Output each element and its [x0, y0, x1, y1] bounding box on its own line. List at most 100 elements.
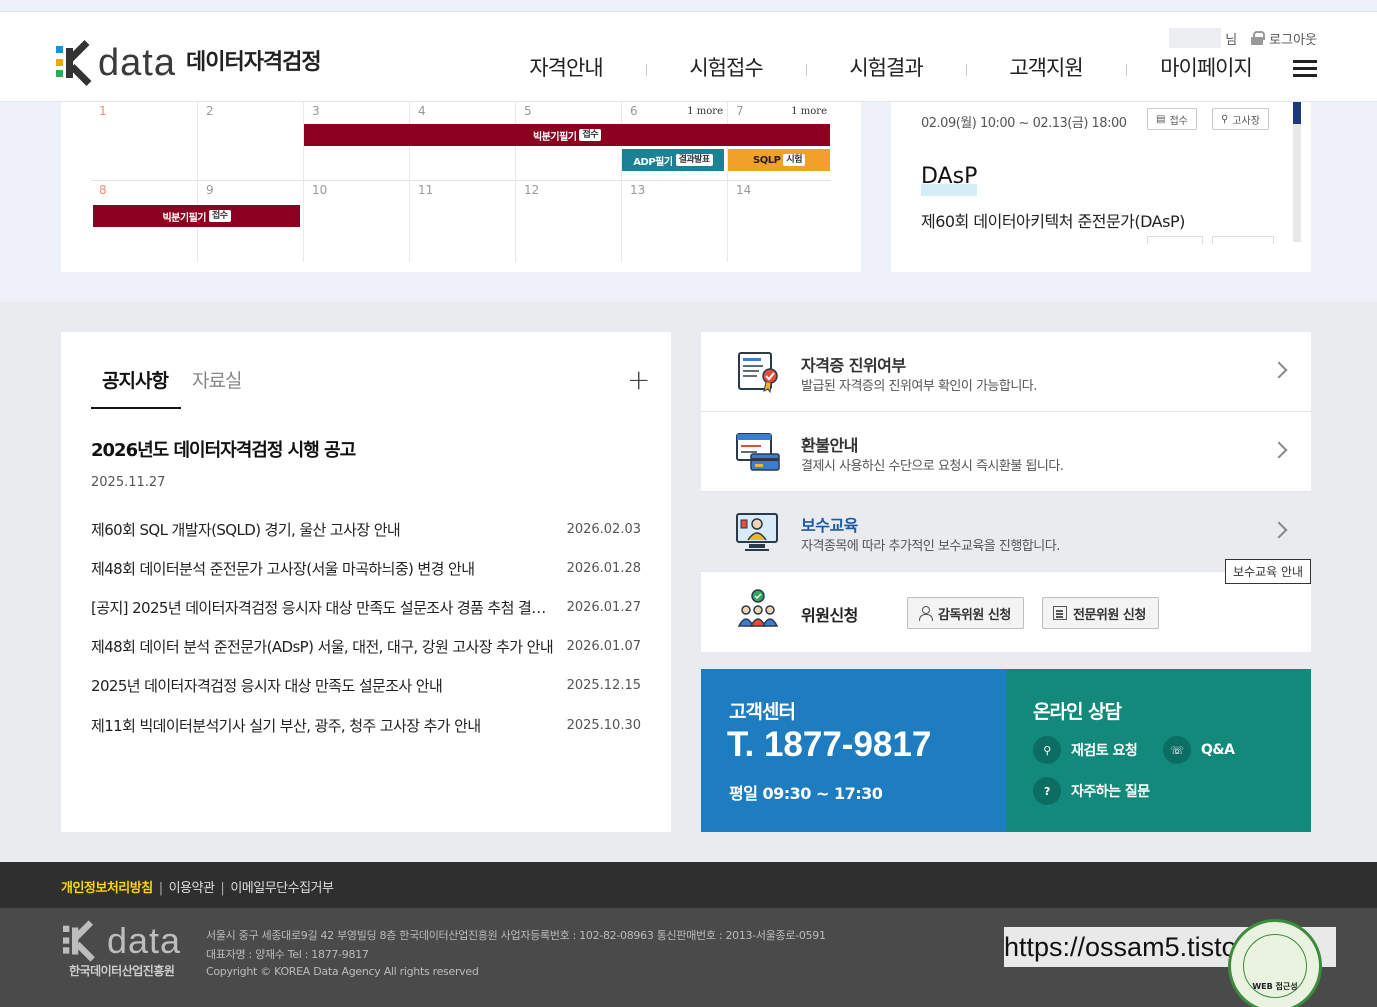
committee-title: 위원신청	[801, 606, 858, 625]
notice-item[interactable]: 제48회 데이터분석 준전문가 고사장(서울 마곡하늬중) 변경 안내 2026.…	[91, 556, 641, 580]
k-logo-icon	[63, 920, 99, 962]
person-icon	[918, 606, 933, 621]
user-bar: 님 로그아웃	[1169, 28, 1317, 48]
service-title: 보수교육	[801, 516, 858, 535]
nav-qualification-info[interactable]: 자격안내	[486, 52, 646, 82]
tab-archive[interactable]: 자료실	[192, 366, 242, 393]
footer-copyright: Copyright © KOREA Data Agency All rights…	[206, 965, 479, 978]
calendar-day[interactable]: 13	[621, 181, 727, 262]
expert-apply-button[interactable]: 전문위원 신청	[1042, 597, 1159, 629]
certificate-check-icon	[738, 352, 778, 394]
service-list: 자격증 진위여부 발급된 자격증의 진위여부 확인이 가능합니다. 환불안내 결…	[701, 332, 1311, 652]
site-header: data 데이터자격검정 님 로그아웃 자격안내 시험접수 시험결과 고객지원 …	[0, 12, 1377, 102]
nav-customer-support[interactable]: 고객지원	[966, 52, 1126, 82]
exam-name[interactable]: 제60회 데이터아키텍처 준전문가(DAsP)	[921, 208, 1185, 232]
faq-link[interactable]: ? 자주하는 질문	[1033, 777, 1150, 805]
recheck-request-link[interactable]: ⚲ 재검토 요청	[1033, 736, 1138, 764]
footer-links-bar: 개인정보처리방침 | 이용약관 | 이메일무단수집거부	[0, 862, 1377, 908]
customer-center-title: 고객센터	[729, 701, 796, 723]
nav-exam-results[interactable]: 시험결과	[806, 52, 966, 82]
exam-schedule-panel: 02.09(월) 10:00 ~ 02.13(금) 18:00 ▤ 접수 ⚲ 고사장…	[891, 102, 1311, 272]
user-name-blurred	[1169, 28, 1222, 48]
event-adp-results[interactable]: ADP필기 결과발표	[622, 149, 724, 171]
main-nav: 자격안내 시험접수 시험결과 고객지원 마이페이지	[486, 52, 1286, 82]
qna-link[interactable]: ☏ Q&A	[1163, 736, 1235, 764]
calendar-day[interactable]: 11	[409, 181, 515, 262]
customer-center: 고객센터 T. 1877-9817 평일 09:30 ~ 17:30	[701, 669, 1006, 832]
calendar-day[interactable]: 12	[515, 181, 621, 262]
logo-subtitle: 데이터자격검정	[185, 50, 322, 75]
more-plus-icon[interactable]: +	[627, 366, 650, 394]
service-continuing-education[interactable]: 보수교육 자격종목에 따라 추가적인 보수교육을 진행합니다.	[701, 492, 1311, 572]
terms-link[interactable]: 이용약관	[169, 881, 215, 896]
service-desc: 결제시 사용하신 수단으로 요청시 즉시환불 됩니다.	[801, 459, 1064, 474]
footer-logo: data 한국데이터산업진흥원	[61, 920, 182, 978]
footer-org-name: 한국데이터산업진흥원	[69, 964, 175, 978]
exam-registration-period: 02.09(월) 10:00 ~ 02.13(금) 18:00	[921, 116, 1127, 131]
calendar-day[interactable]: 2	[197, 102, 303, 181]
notice-board: 공지사항 자료실 + 2026년도 데이터자격검정 시행 공고 2025.11.…	[61, 332, 671, 832]
event-sqlp-exam[interactable]: SQLP 시험	[728, 149, 830, 171]
service-title: 자격증 진위여부	[801, 356, 906, 375]
scrollbar[interactable]	[1293, 102, 1301, 242]
lock-icon	[1251, 31, 1266, 45]
footer-logo-word: data	[107, 920, 182, 961]
exam-site-button-partial[interactable]	[1212, 236, 1274, 244]
service-committee: 위원신청 감독위원 신청 전문위원 신청	[701, 572, 1311, 652]
event-bigdata-written-registration[interactable]: 빅분기필기 접수	[93, 205, 300, 227]
nav-exam-registration[interactable]: 시험접수	[646, 52, 806, 82]
doc-icon: ▤	[1156, 113, 1166, 125]
more-events-link[interactable]: 1 more	[687, 106, 723, 117]
calendar-day[interactable]: 14	[727, 181, 831, 262]
menu-icon[interactable]	[1293, 60, 1317, 78]
notice-item[interactable]: 제60회 SQL 개발자(SQLD) 경기, 울산 고사장 안내 2026.02.…	[91, 517, 641, 541]
refund-card-icon	[736, 433, 780, 471]
active-tab-underline	[91, 407, 181, 409]
footer-address: 서울시 중구 세종대로9길 42 부영빌딩 8층 한국데이터산업진흥원 사업자등…	[206, 929, 826, 942]
online-education-icon	[736, 513, 778, 551]
k-logo-icon	[56, 40, 96, 86]
notice-headline[interactable]: 2026년도 데이터자격검정 시행 공고	[91, 436, 356, 462]
supervisor-apply-button[interactable]: 감독위원 신청	[907, 597, 1024, 629]
event-bigdata-written-registration[interactable]: 빅분기필기 접수	[304, 124, 830, 146]
document-icon	[1053, 606, 1067, 620]
headset-icon: ☏	[1163, 736, 1191, 764]
tab-notice[interactable]: 공지사항	[102, 366, 169, 393]
privacy-policy-link[interactable]: 개인정보처리방침	[61, 881, 153, 896]
apply-button[interactable]: ▤ 접수	[1147, 108, 1197, 130]
online-title: 온라인 상담	[1033, 701, 1122, 723]
search-icon: ⚲	[1033, 736, 1061, 764]
user-suffix: 님	[1225, 32, 1238, 48]
exam-site-button[interactable]: ⚲ 고사장	[1212, 108, 1269, 130]
nav-mypage[interactable]: 마이페이지	[1126, 52, 1286, 82]
kdata-logo[interactable]: data 데이터자격검정	[56, 40, 322, 86]
more-events-link[interactable]: 1 more	[791, 106, 827, 117]
online-consultation: 온라인 상담 ⚲ 재검토 요청 ☏ Q&A ? 자주하는 질문	[1006, 669, 1311, 832]
business-hours: 평일 09:30 ~ 17:30	[729, 784, 883, 803]
location-pin-icon: ⚲	[1221, 113, 1229, 125]
notice-item[interactable]: 제48회 데이터 분석 준전문가(ADsP) 서울, 대전, 대구, 강원 고사…	[91, 634, 641, 658]
chevron-right-icon	[1270, 521, 1288, 539]
calendar-day[interactable]: 1	[91, 102, 197, 181]
notice-item[interactable]: 제11회 빅데이터분석기사 실기 부산, 광주, 청주 고사장 추가 안내 202…	[91, 713, 641, 737]
chevron-right-icon	[1270, 361, 1288, 379]
chevron-right-icon	[1270, 441, 1288, 459]
service-verify-certificate[interactable]: 자격증 진위여부 발급된 자격증의 진위여부 확인이 가능합니다.	[701, 332, 1311, 412]
email-refusal-link[interactable]: 이메일무단수집거부	[230, 881, 334, 896]
question-icon: ?	[1033, 777, 1061, 805]
notice-headline-date: 2025.11.27	[91, 475, 166, 490]
exam-code: DAsP	[921, 164, 978, 189]
footer-ceo: 대표자명 : 양재수 Tel : 1877-9817	[206, 948, 369, 961]
phone-number[interactable]: T. 1877-9817	[727, 725, 931, 765]
service-desc: 발급된 자격증의 진위여부 확인이 가능합니다.	[801, 379, 1037, 394]
notice-item[interactable]: 2025년 데이터자격검정 응시자 대상 만족도 설문조사 안내 2025.12.…	[91, 673, 641, 697]
notice-item[interactable]: [공지] 2025년 데이터자격검정 응시자 대상 만족도 설문조사 경품 추첨…	[91, 595, 641, 619]
calendar-day[interactable]: 10	[303, 181, 409, 262]
service-title: 환불안내	[801, 436, 858, 455]
logo-word: data	[98, 42, 176, 84]
logout-link[interactable]: 로그아웃	[1269, 29, 1317, 48]
committee-people-icon	[737, 589, 779, 627]
web-accessibility-seal: WEB 접근성	[1228, 919, 1322, 1007]
apply-button-partial[interactable]	[1147, 236, 1203, 244]
service-refund[interactable]: 환불안내 결제시 사용하신 수단으로 요청시 즉시환불 됩니다.	[701, 412, 1311, 492]
